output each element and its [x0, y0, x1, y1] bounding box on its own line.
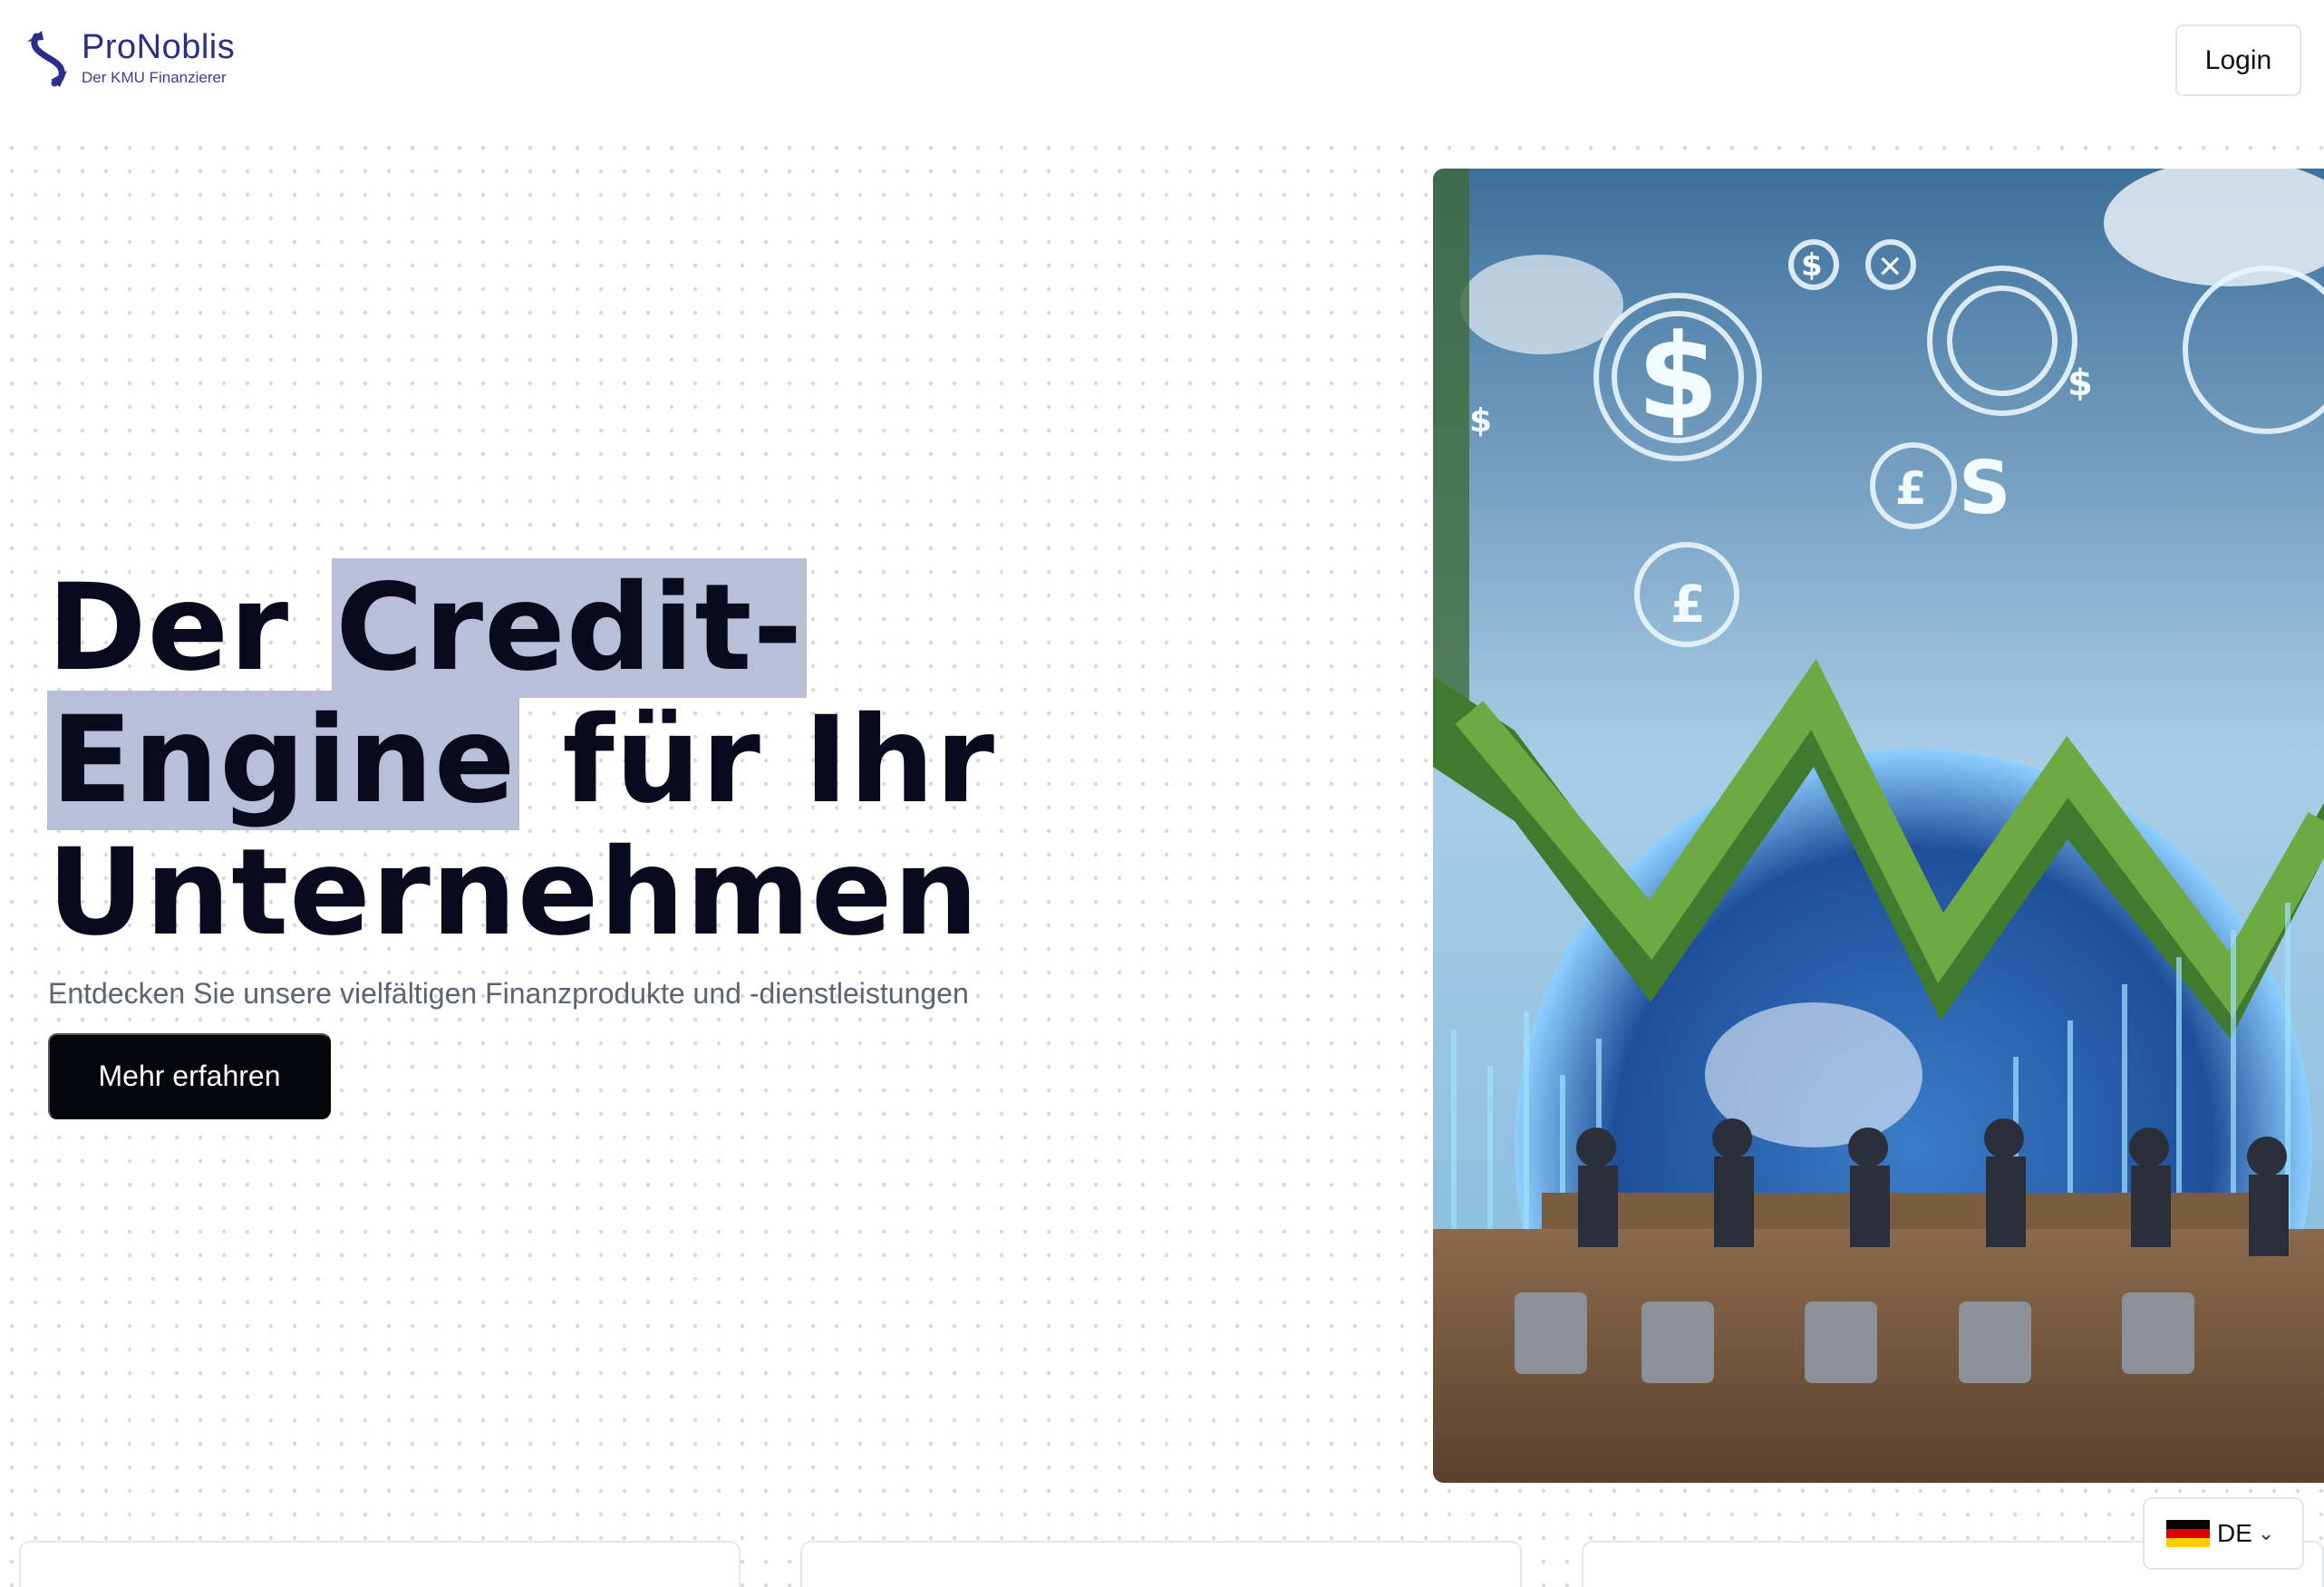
svg-text:£: £	[1895, 462, 1927, 515]
hero-title: Der Credit- Engine für Ihr Unternehmen	[47, 558, 1062, 959]
brand-logo[interactable]: ProNoblis Der KMU Finanzierer	[24, 27, 235, 87]
hero-title-word: Unternehmen	[47, 823, 980, 963]
svg-text:S: S	[1959, 446, 2011, 530]
learn-more-button[interactable]: Mehr erfahren	[48, 1033, 331, 1119]
language-selector[interactable]: DE ⌄	[2143, 1497, 2304, 1570]
svg-text:$: $	[2067, 363, 2093, 404]
hero-title-highlight: Engine	[47, 691, 520, 830]
feature-card[interactable]	[800, 1541, 1522, 1587]
hero-title-word: Der	[47, 558, 290, 698]
brand-tagline: Der KMU Finanzierer	[82, 69, 227, 86]
hero-illustration: $ $ ✕ £ S £ $ $	[1433, 169, 2324, 1483]
pronoblis-logo-icon	[27, 31, 67, 87]
chevron-down-icon: ⌄	[2257, 1522, 2275, 1544]
login-button[interactable]: Login	[2175, 24, 2301, 96]
germany-flag-icon	[2166, 1520, 2210, 1547]
hero-title-highlight: Credit-	[332, 558, 808, 698]
hero-subtitle: Entdecken Sie unsere vielfältigen Finanz…	[48, 977, 969, 1010]
feature-card[interactable]	[19, 1541, 741, 1587]
hero-title-word: für Ihr	[562, 691, 995, 830]
svg-text:£: £	[1670, 576, 1706, 634]
site-header: ProNoblis Der KMU Finanzierer Login	[0, 0, 2324, 118]
hero-image: $ $ ✕ £ S £ $ $	[1433, 169, 2324, 1483]
page: ProNoblis Der KMU Finanzierer Login Der …	[0, 0, 2324, 1587]
svg-text:$: $	[1469, 402, 1492, 440]
svg-text:$: $	[1637, 308, 1719, 446]
svg-text:$: $	[1801, 247, 1823, 284]
brand-name: ProNoblis	[82, 28, 236, 66]
language-code: DE	[2217, 1519, 2252, 1547]
svg-text:✕: ✕	[1877, 249, 1903, 285]
